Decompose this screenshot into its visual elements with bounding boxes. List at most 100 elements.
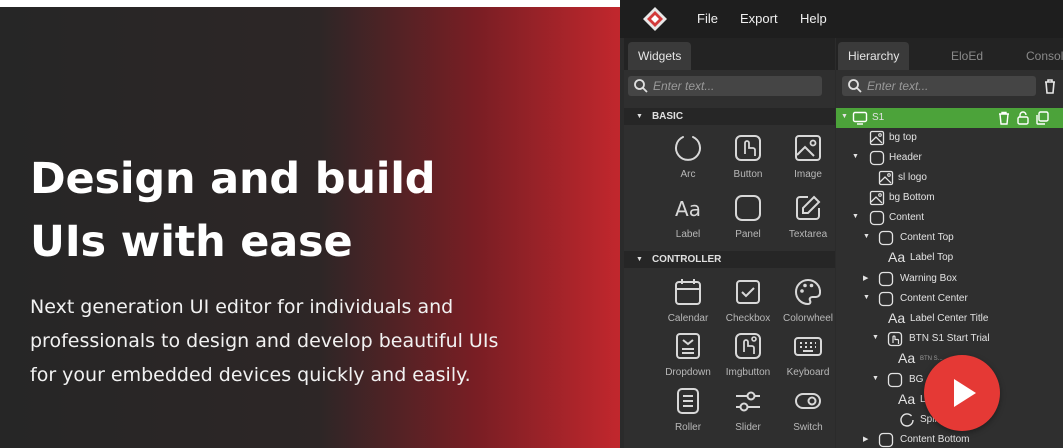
expand-triangle-icon[interactable]: ▼ — [863, 233, 870, 240]
widget-panel[interactable]: Panel — [718, 192, 778, 246]
widget-roller[interactable]: Roller — [658, 385, 718, 439]
widget-slider[interactable]: Slider — [718, 385, 778, 439]
tree-row-btn-start-trial[interactable]: ▼ BTN S1 Start Trial — [836, 329, 1063, 349]
switch-icon — [795, 393, 821, 409]
widgets-tabbar: Widgets — [624, 38, 835, 70]
tree-label: bg top — [889, 132, 917, 143]
section-controller[interactable]: ▼ CONTROLLER — [624, 251, 835, 268]
widget-label: Arc — [680, 169, 696, 180]
tab-eloed[interactable]: EloEd — [941, 42, 993, 70]
collapse-triangle-icon[interactable]: ▶ — [863, 435, 868, 443]
tree-row-s1[interactable]: ▼ S1 — [836, 108, 1063, 128]
hierarchy-search — [842, 76, 1036, 96]
widget-label: Textarea — [788, 229, 828, 240]
tree-row-header[interactable]: ▼ Header — [836, 148, 1063, 168]
widget-label: Imgbutton — [725, 367, 771, 378]
widget-calendar[interactable]: Calendar — [658, 276, 718, 330]
widget-dropdown[interactable]: Dropdown — [658, 330, 718, 384]
widget-label: Colorwheel — [782, 313, 834, 324]
tree-row-content-bottom[interactable]: ▶ Content Bottom — [836, 430, 1063, 448]
tree-row-label-center-title[interactable]: Aa Label Center Title — [836, 309, 1063, 329]
trash-icon[interactable] — [1043, 78, 1057, 94]
expand-triangle-icon[interactable]: ▼ — [872, 334, 879, 341]
widget-checkbox[interactable]: Checkbox — [718, 276, 778, 330]
tree-row-content-center[interactable]: ▼ Content Center — [836, 289, 1063, 309]
widget-keyboard[interactable]: Keyboard — [778, 330, 838, 384]
hierarchy-tabbar: Hierarchy EloEd Console — [836, 38, 1063, 70]
tab-widgets[interactable]: Widgets — [628, 42, 692, 70]
tree-row-content-top[interactable]: ▼ Content Top — [836, 228, 1063, 248]
tab-console[interactable]: Console — [1016, 42, 1063, 70]
keyboard-icon — [794, 337, 822, 356]
widget-arc[interactable]: Arc — [658, 132, 718, 186]
widget-label: Calendar — [667, 313, 709, 324]
subtext-line-1: Next generation UI editor for individual… — [30, 296, 454, 318]
tree-row-sl-logo[interactable]: sl logo — [836, 168, 1063, 188]
widget-label: Button — [733, 169, 763, 180]
tree-label: Content Center — [900, 293, 968, 304]
panel-icon — [887, 372, 903, 388]
expand-triangle-icon[interactable]: ▼ — [841, 113, 848, 120]
tree-label: sl logo — [898, 172, 927, 183]
label-icon: Aa — [888, 249, 906, 265]
imgbutton-icon — [735, 333, 761, 359]
widget-colorwheel[interactable]: Colorwheel — [778, 276, 838, 330]
widget-textarea[interactable]: Textarea — [778, 192, 838, 246]
tree-row-label-top[interactable]: Aa Label Top — [836, 248, 1063, 268]
widget-imgbutton[interactable]: Imgbutton — [718, 330, 778, 384]
widget-label-item[interactable]: Aa Label — [658, 192, 718, 246]
tree-label: Content — [889, 212, 925, 223]
colorwheel-icon — [795, 278, 822, 306]
collapse-triangle-icon[interactable]: ▶ — [863, 274, 868, 282]
tree-label: Label Center Title — [910, 313, 989, 324]
widget-label: Image — [794, 169, 822, 180]
tree-label: Label Top — [910, 252, 954, 263]
hierarchy-search-input[interactable] — [867, 76, 1036, 96]
tree-label: bg Bottom — [889, 192, 935, 203]
menu-help[interactable]: Help — [800, 11, 827, 26]
subtext-line-2: professionals to design and develop beau… — [30, 330, 499, 352]
menu-file[interactable]: File — [697, 11, 718, 26]
dropdown-icon — [676, 333, 700, 359]
tab-hierarchy[interactable]: Hierarchy — [838, 42, 910, 70]
tree-row-bg-bottom[interactable]: bg Bottom — [836, 188, 1063, 208]
widget-button[interactable]: Button — [718, 132, 778, 186]
menu-export[interactable]: Export — [740, 11, 778, 26]
widget-image[interactable]: Image — [778, 132, 838, 186]
image-icon — [869, 190, 885, 206]
panel-icon — [878, 230, 894, 246]
search-icon — [634, 79, 648, 93]
screen-icon — [852, 111, 868, 125]
tree-label: Content Top — [900, 232, 954, 243]
unlock-icon[interactable] — [1015, 110, 1031, 126]
expand-triangle-icon[interactable]: ▼ — [852, 153, 859, 160]
tree-label: Header — [889, 152, 922, 163]
top-strip — [0, 0, 620, 7]
tree-row-bg-top[interactable]: bg top — [836, 128, 1063, 148]
duplicate-icon[interactable] — [1034, 110, 1050, 126]
panel-icon — [878, 291, 894, 307]
tree-row-content[interactable]: ▼ Content — [836, 208, 1063, 228]
expand-triangle-icon[interactable]: ▼ — [872, 375, 879, 382]
button-icon — [735, 135, 761, 161]
widget-label: Dropdown — [665, 367, 711, 378]
image-icon — [869, 130, 885, 146]
expand-triangle-icon[interactable]: ▼ — [863, 294, 870, 301]
imgbutton-icon — [887, 331, 903, 347]
tree-row-warning-box[interactable]: ▶ Warning Box — [836, 269, 1063, 289]
trash-icon[interactable] — [996, 110, 1012, 126]
hero-subtext: Next generation UI editor for individual… — [30, 290, 620, 392]
widgets-search-input[interactable] — [653, 76, 822, 96]
app-logo-icon — [643, 7, 667, 31]
panel-icon — [869, 210, 885, 226]
tree-label: Warning Box — [900, 273, 957, 284]
widget-switch[interactable]: Switch — [778, 385, 838, 439]
tree-label: S1 — [872, 112, 885, 123]
section-basic[interactable]: ▼ BASIC — [624, 108, 835, 125]
expand-triangle-icon[interactable]: ▼ — [852, 213, 859, 220]
tree-label: BTN S1 Start Trial — [909, 333, 990, 344]
expand-triangle-icon: ▼ — [636, 113, 643, 120]
slider-icon — [736, 391, 760, 412]
label-icon: Aa — [675, 197, 701, 221]
video-play-button[interactable] — [924, 355, 1000, 431]
